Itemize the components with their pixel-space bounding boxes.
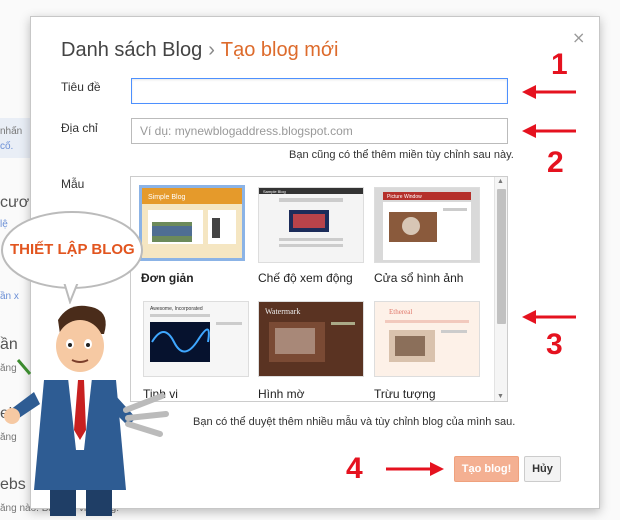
businessman-mascot-illustration — [4, 305, 169, 516]
arrow-icon — [522, 310, 536, 324]
bubble-text: THIẾT LẬP BLOG — [10, 241, 135, 258]
arrow-icon — [430, 462, 444, 476]
arrow-icon — [522, 85, 536, 99]
arrow-icon — [522, 124, 536, 138]
